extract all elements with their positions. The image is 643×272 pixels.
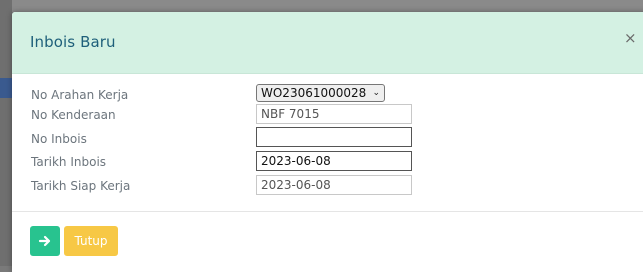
- modal-header: Inbois Baru ×: [12, 12, 643, 74]
- close-icon[interactable]: ×: [624, 31, 637, 46]
- page-backdrop-top: [0, 0, 643, 12]
- arrow-right-icon: [38, 235, 51, 247]
- footer-divider: [12, 211, 643, 212]
- invoice-no-input[interactable]: [256, 127, 412, 147]
- invoice-no-label: No Inbois: [31, 132, 87, 146]
- vehicle-field: NBF 7015: [256, 104, 412, 124]
- new-invoice-modal: Inbois Baru × No Arahan Kerja WO23061000…: [12, 12, 643, 272]
- page-backdrop-left: [0, 0, 12, 266]
- ready-date-field: 2023-06-08: [256, 175, 412, 195]
- ready-date-label: Tarikh Siap Kerja: [31, 179, 131, 193]
- work-order-label: No Arahan Kerja: [31, 88, 129, 102]
- vehicle-label: No Kenderaan: [31, 108, 116, 122]
- next-button[interactable]: [30, 226, 60, 256]
- work-order-select[interactable]: WO23061000028 ⌄: [256, 84, 385, 102]
- backdrop-highlight: [0, 78, 12, 98]
- modal-title: Inbois Baru: [30, 33, 116, 51]
- chevron-down-icon: ⌄: [372, 88, 380, 98]
- close-button[interactable]: Tutup: [64, 226, 118, 256]
- invoice-date-label: Tarikh Inbois: [31, 155, 107, 169]
- invoice-date-input[interactable]: 2023-06-08: [256, 151, 412, 171]
- work-order-selected-value: WO23061000028: [261, 86, 367, 100]
